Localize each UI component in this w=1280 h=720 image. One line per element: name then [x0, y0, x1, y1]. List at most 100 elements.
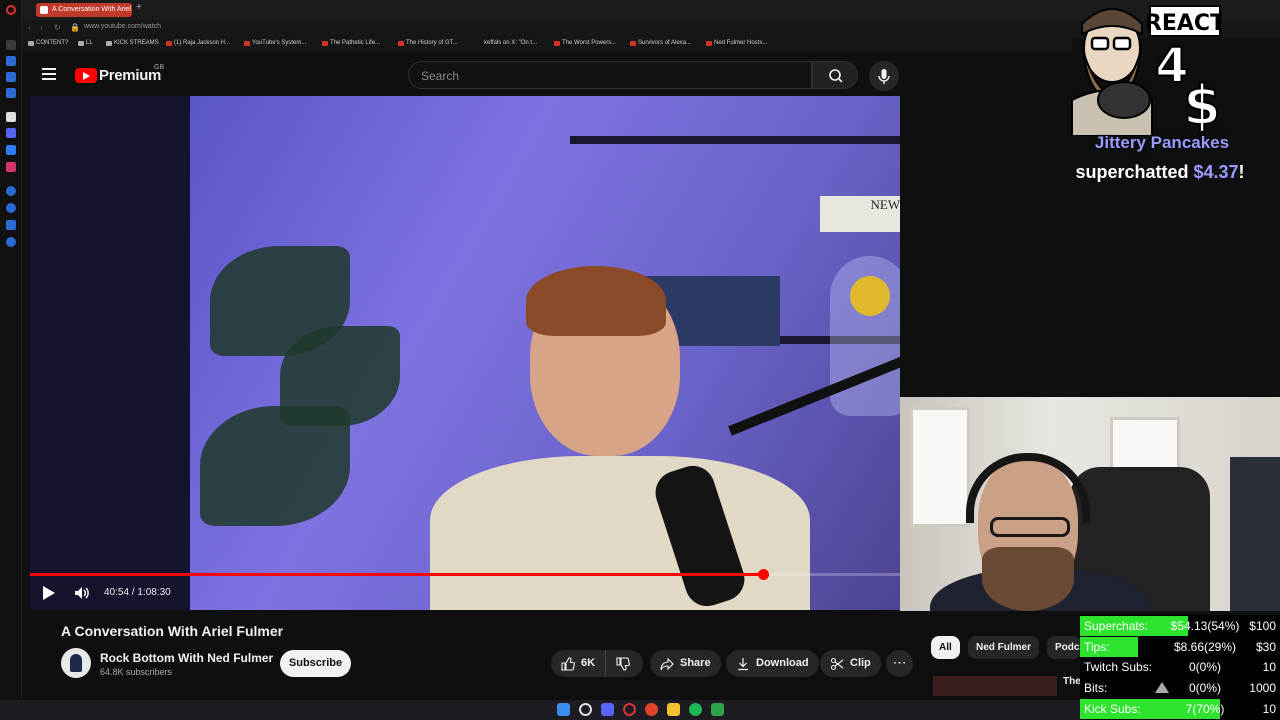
like-button[interactable]: 6K — [551, 650, 608, 677]
bookmark-item[interactable]: The History of GT... — [398, 40, 458, 46]
goal-target: 10 — [1262, 660, 1276, 674]
sidebar-workspace2-icon[interactable] — [6, 88, 16, 98]
alert-amount: $4.37 — [1193, 162, 1239, 182]
more-actions-icon[interactable]: ⋯ — [886, 650, 913, 677]
menu-icon[interactable] — [42, 68, 56, 80]
bookmark-item[interactable]: keffals on X: "On t... — [476, 40, 537, 46]
clip-label: Clip — [850, 657, 871, 669]
download-label: Download — [756, 657, 809, 669]
goal-value: $54.13(54%) — [1170, 619, 1240, 633]
related-video-thumbnail[interactable] — [933, 676, 1057, 696]
settings-icon[interactable] — [6, 237, 16, 247]
lock-icon: 🔒 — [70, 23, 80, 32]
share-label: Share — [680, 657, 711, 669]
back-icon[interactable]: ‹ — [28, 23, 31, 32]
chip-ned-fulmer[interactable]: Ned Fulmer — [968, 636, 1040, 659]
history-icon[interactable] — [6, 186, 16, 196]
chip-podcasts[interactable]: Podc — [1047, 636, 1081, 659]
clock-icon[interactable] — [6, 203, 16, 213]
bookmark-item[interactable]: YouTube's System... — [244, 40, 306, 46]
goal-label: Twitch Subs: — [1084, 660, 1153, 674]
video-player[interactable]: NEW YORK 40:54 / 1:08:30 — [30, 96, 900, 610]
goal-row-twitch-subs: Twitch Subs: 0(0%) 10 — [1080, 657, 1280, 677]
alert-action: superchatted — [1075, 162, 1194, 182]
bookmark-item[interactable]: (1) Raja Jackson H... — [166, 40, 230, 46]
bookmark-item[interactable]: LL — [78, 40, 93, 46]
subscriber-count: 64.8K subscribers — [100, 667, 173, 677]
bookmark-item[interactable]: CONTENT? — [28, 40, 68, 46]
goal-target: $30 — [1255, 640, 1276, 654]
goal-row-superchats: Superchats: $54.13(54%) $100 — [1080, 616, 1280, 636]
bookmark-item[interactable]: Survivors of Alexa... — [630, 40, 691, 46]
youtube-brand[interactable]: Premium — [99, 67, 161, 84]
streamer-beard — [982, 547, 1074, 611]
channel-name[interactable]: Rock Bottom With Ned Fulmer — [100, 651, 273, 665]
goal-row-bits: Bits: 0(0%) 1000 — [1080, 678, 1280, 698]
channel-avatar[interactable] — [61, 648, 91, 678]
url-field[interactable]: www.youtube.com/watch — [84, 23, 161, 30]
instagram-icon[interactable] — [6, 162, 16, 172]
clip-button[interactable]: Clip — [820, 650, 881, 677]
country-code: GB — [154, 64, 165, 71]
opera-logo-icon[interactable] — [6, 5, 16, 15]
file-explorer-icon[interactable] — [667, 703, 680, 716]
download-button[interactable]: Download — [726, 650, 819, 677]
spotify-icon[interactable] — [689, 703, 702, 716]
windows-start-icon[interactable] — [557, 703, 570, 716]
share-button[interactable]: Share — [650, 650, 721, 677]
goal-target: $100 — [1249, 619, 1276, 633]
progress-bar[interactable] — [30, 569, 900, 580]
sidebar-aria-icon[interactable] — [6, 56, 16, 66]
new-tab-button[interactable]: + — [136, 2, 142, 13]
dislike-button[interactable] — [605, 650, 643, 677]
tab-active[interactable]: A Conversation With Ariel — [36, 3, 132, 17]
play-icon[interactable] — [42, 586, 56, 600]
glasses — [990, 517, 1070, 537]
like-count: 6K — [581, 657, 596, 669]
xbox-icon[interactable] — [711, 703, 724, 716]
youtube-favicon-icon — [40, 6, 48, 14]
alert-suffix: ! — [1238, 162, 1245, 182]
scissors-icon — [830, 657, 844, 670]
subscribe-button[interactable]: Subscribe — [280, 650, 351, 677]
app-icon[interactable] — [645, 703, 658, 716]
sidebar-workspace-icon[interactable] — [6, 72, 16, 82]
bookmarks-bar: CONTENT? LL KICK STREAMS (1) Raja Jackso… — [22, 38, 1072, 52]
goal-value: 0(0%) — [1188, 660, 1221, 674]
video-frame: NEW YORK — [190, 96, 900, 610]
related-video-title[interactable]: The — [1063, 676, 1081, 687]
extensions-icon[interactable] — [6, 220, 16, 230]
bookmark-item[interactable]: Ned Fulmer Hosts... — [706, 40, 767, 46]
taskbar-search-icon[interactable] — [579, 703, 592, 716]
alert-message: superchatted $4.37! — [1040, 162, 1280, 183]
browser-sidebar — [0, 0, 22, 700]
progress-scrubber[interactable] — [757, 569, 769, 580]
forward-icon[interactable]: › — [40, 23, 43, 32]
volume-icon[interactable] — [74, 586, 90, 600]
voice-search-button[interactable] — [869, 61, 899, 91]
search-button[interactable] — [812, 61, 858, 89]
share-icon — [660, 657, 674, 670]
reload-icon[interactable]: ↻ — [54, 23, 61, 32]
plant-leaf — [200, 406, 350, 526]
tab-title: A Conversation With Ariel — [52, 6, 131, 13]
sidebar-app-icon[interactable] — [6, 112, 16, 122]
youtube-logo-icon[interactable] — [75, 68, 97, 83]
bookmark-item[interactable]: The Worst Powers... — [554, 40, 616, 46]
goal-value: $8.66(29%) — [1173, 640, 1237, 654]
search-input[interactable]: Search — [408, 61, 812, 89]
sidebar-home-icon[interactable] — [6, 40, 16, 50]
goal-label: Kick Subs: — [1084, 702, 1141, 716]
bookshelf — [570, 136, 900, 144]
thumbs-up-icon — [561, 656, 575, 671]
bookmark-item[interactable]: KICK STREAMS — [106, 40, 159, 46]
discord-icon[interactable] — [6, 128, 16, 138]
react-logo-dollar: $ — [1183, 74, 1221, 136]
person-shirt — [430, 456, 810, 610]
time-display: 40:54 / 1:08:30 — [104, 587, 171, 598]
chip-all[interactable]: All — [931, 636, 960, 659]
messenger-icon[interactable] — [6, 145, 16, 155]
bookmark-item[interactable]: The Pathetic Life... — [322, 40, 380, 46]
opera-icon[interactable] — [623, 703, 636, 716]
discord-icon[interactable] — [601, 703, 614, 716]
